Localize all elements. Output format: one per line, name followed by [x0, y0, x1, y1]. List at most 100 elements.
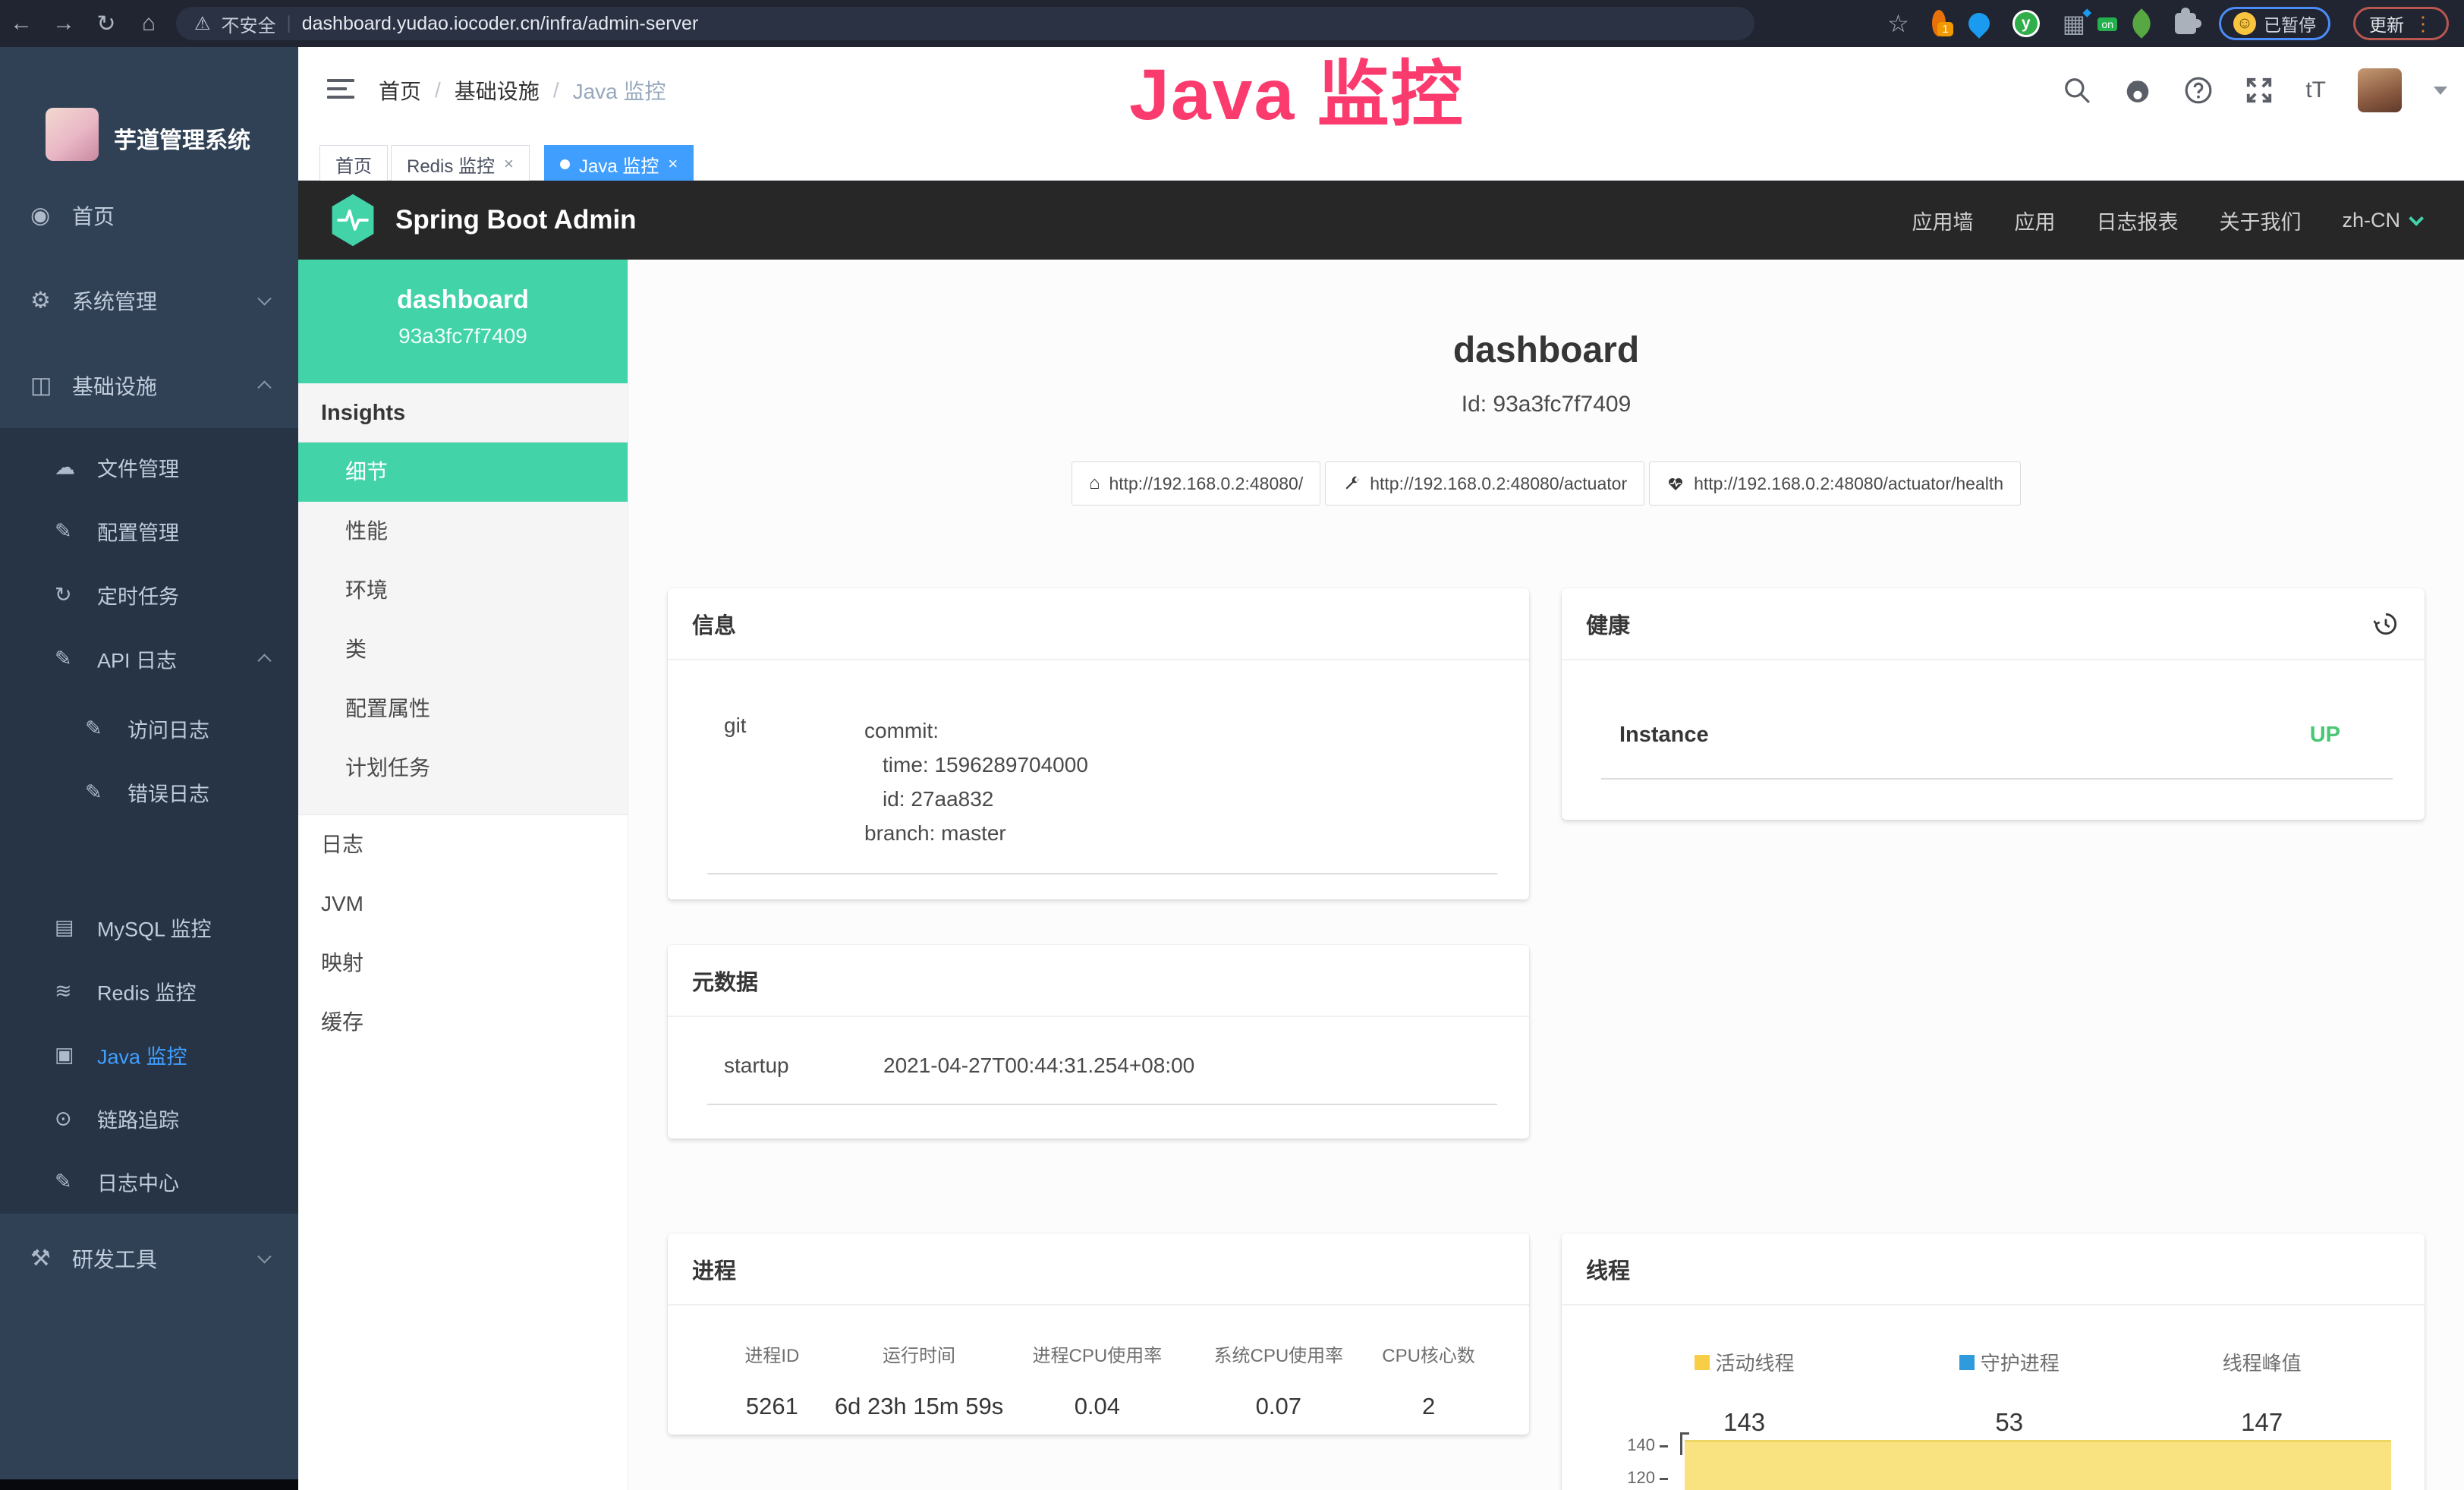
sba-nav-wallboard[interactable]: 应用墙 — [1912, 206, 1973, 235]
view-item-logs[interactable]: 日志 — [298, 815, 628, 874]
close-icon[interactable]: × — [504, 154, 514, 174]
sba-nav-about[interactable]: 关于我们 — [2219, 206, 2301, 235]
extension-pin-icon[interactable] — [1964, 8, 1994, 39]
sba-brand[interactable]: Spring Boot Admin — [395, 205, 637, 235]
sidebar-item-label: 基础设施 — [72, 370, 157, 401]
search-icon[interactable] — [2063, 76, 2091, 105]
extension-leaf-icon[interactable] — [2126, 8, 2157, 39]
sidebar-item-log-center[interactable]: ✎ 日志中心 — [0, 1150, 298, 1214]
url-text[interactable]: dashboard.yudao.iocoder.cn/infra/admin-s… — [302, 13, 699, 35]
sidebar-item-redis[interactable]: ≋ Redis 监控 — [0, 959, 298, 1023]
sidebar-item-label: 系统管理 — [72, 285, 157, 316]
service-url: http://192.168.0.2:48080/ — [1109, 474, 1303, 494]
forward-icon[interactable]: → — [42, 11, 85, 36]
threads-area-chart: 140 120 100 — [1562, 1432, 2425, 1490]
view-item-jvm[interactable]: JVM — [298, 874, 628, 934]
sidebar-item-home[interactable]: ◉ 首页 — [0, 173, 298, 258]
extensions-puzzle-icon[interactable] — [2175, 13, 2196, 34]
instance-detail-panel: dashboard Id: 93a3fc7f7409 ⌂ http://192.… — [628, 260, 2464, 1490]
view-item-caches[interactable]: 缓存 — [298, 993, 628, 1052]
insights-item-classes[interactable]: 类 — [298, 620, 628, 679]
breadcrumb-home[interactable]: 首页 — [379, 75, 421, 106]
app-title: 芋道管理系统 — [114, 121, 250, 155]
git-time-line: time: 1596289704000 — [864, 748, 1497, 782]
gear-icon: ⚙ — [30, 288, 51, 314]
actuator-url-chip[interactable]: http://192.168.0.2:48080/actuator — [1325, 461, 1644, 506]
health-card: 健康 Instance UP — [1562, 588, 2425, 820]
sidebar-item-files[interactable]: ☁ 文件管理 — [0, 436, 298, 499]
insights-item-metrics[interactable]: 性能 — [298, 502, 628, 561]
sidebar-item-label: 错误日志 — [127, 778, 209, 808]
github-icon[interactable] — [2123, 76, 2152, 105]
home-icon: ⌂ — [1089, 473, 1100, 494]
insights-item-details[interactable]: 细节 — [298, 443, 628, 502]
info-card-title: 信息 — [668, 588, 1529, 660]
bookmark-star-icon[interactable]: ☆ — [1887, 9, 1909, 38]
annotation-text: Java 监控 — [1129, 36, 1465, 140]
not-secure-label[interactable]: 不安全 — [222, 11, 276, 37]
help-icon[interactable] — [2184, 76, 2213, 105]
avatar-caret-icon[interactable] — [2434, 87, 2447, 95]
sba-nav-applications[interactable]: 应用 — [2014, 206, 2055, 235]
tab-home[interactable]: 首页 — [319, 145, 388, 183]
fullscreen-icon[interactable] — [2245, 76, 2274, 105]
sba-nav-journal[interactable]: 日志报表 — [2096, 206, 2178, 235]
sidebar-item-system[interactable]: ⚙ 系统管理 — [0, 258, 298, 343]
paused-label: 已暂停 — [2264, 11, 2316, 36]
extension-grid-icon[interactable]: ▦◆ — [2063, 11, 2085, 36]
sidebar-item-infra[interactable]: ◫ 基础设施 — [0, 343, 298, 428]
chrome-update-button[interactable]: 更新 ⋮ — [2353, 7, 2449, 40]
sidebar-item-config[interactable]: ✎ 配置管理 — [0, 499, 298, 563]
metadata-card-title: 元数据 — [668, 945, 1529, 1017]
service-url-chip[interactable]: ⌂ http://192.168.0.2:48080/ — [1072, 461, 1320, 506]
tab-java-monitor[interactable]: Java 监控 × — [544, 145, 694, 183]
sidebar-item-label: 链路追踪 — [97, 1104, 179, 1134]
font-size-icon[interactable]: tT — [2305, 77, 2326, 103]
table-icon: ▤ — [55, 916, 74, 940]
sidebar-item-api-log[interactable]: ✎ API 日志 — [0, 627, 298, 691]
health-url-chip[interactable]: http://192.168.0.2:48080/actuator/health — [1649, 461, 2021, 506]
sidebar-item-error-log[interactable]: ✎ 错误日志 — [0, 761, 298, 824]
diamond-glyph: ◆ — [2082, 7, 2091, 18]
timer-icon: ↻ — [55, 584, 72, 607]
sba-language-select[interactable]: zh-CN — [2342, 209, 2420, 232]
instance-header[interactable]: dashboard 93a3fc7f7409 — [298, 260, 628, 383]
back-icon[interactable]: ← — [0, 11, 42, 36]
close-icon[interactable]: × — [668, 154, 678, 174]
process-cpu-value: 0.04 — [1003, 1393, 1191, 1420]
git-commit-line: commit: — [864, 713, 1497, 748]
sidebar-item-dev-tools[interactable]: ⚒ 研发工具 — [0, 1216, 298, 1301]
hamburger-icon[interactable] — [327, 79, 354, 104]
extension-orange-icon[interactable]: 1 — [1932, 17, 1946, 30]
eye-icon: ⊙ — [55, 1107, 72, 1131]
sidebar-item-label: 研发工具 — [72, 1243, 157, 1274]
git-id-line: id: 27aa832 — [864, 782, 1497, 816]
uptime-value: 6d 23h 15m 59s — [835, 1393, 1003, 1420]
sidebar-item-label: 配置管理 — [97, 517, 179, 547]
sidebar-item-mysql[interactable]: ▤ MySQL 监控 — [0, 896, 298, 959]
sidebar-item-access-log[interactable]: ✎ 访问日志 — [0, 697, 298, 761]
threads-stats: 活动线程 143 守护进程 53 线程峰值 147 — [1562, 1306, 2425, 1437]
tab-redis-monitor[interactable]: Redis 监控 × — [391, 145, 530, 183]
git-branch-line: branch: master — [864, 816, 1497, 850]
reload-icon[interactable]: ↻ — [85, 11, 127, 37]
view-item-mappings[interactable]: 映射 — [298, 934, 628, 993]
breadcrumb-infra[interactable]: 基础设施 — [455, 75, 540, 106]
history-icon[interactable] — [2371, 610, 2400, 638]
insights-item-configprops[interactable]: 配置属性 — [298, 679, 628, 739]
sidebar-item-java-monitor[interactable]: ▣ Java 监控 — [0, 1023, 298, 1087]
sidebar-item-jobs[interactable]: ↻ 定时任务 — [0, 563, 298, 627]
paused-profile-chip[interactable]: ☺ 已暂停 — [2219, 7, 2330, 40]
insights-item-environment[interactable]: 环境 — [298, 561, 628, 620]
threads-card: 线程 活动线程 143 守护进程 53 线程峰值 147 — [1562, 1233, 2425, 1490]
home-icon[interactable]: ⌂ — [127, 11, 170, 36]
sidebar-item-label: 首页 — [72, 200, 115, 231]
address-bar[interactable]: ⚠ 不安全 | dashboard.yudao.iocoder.cn/infra… — [176, 7, 1754, 40]
ytick-140: 140 — [1601, 1435, 1668, 1455]
avatar[interactable] — [2358, 68, 2402, 112]
extension-y-icon[interactable]: y — [2012, 10, 2040, 37]
insights-item-scheduled-tasks[interactable]: 计划任务 — [298, 739, 628, 798]
sidebar-item-tracing[interactable]: ⊙ 链路追踪 — [0, 1087, 298, 1151]
health-instance-row: Instance UP — [1601, 723, 2393, 780]
kebab-menu-icon[interactable]: ⋮ — [2413, 12, 2433, 36]
